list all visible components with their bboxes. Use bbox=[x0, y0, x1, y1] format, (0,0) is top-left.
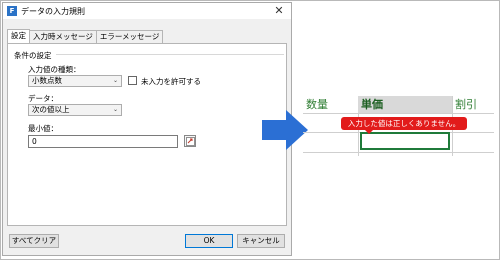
tab-error-message[interactable]: エラーメッセージ bbox=[95, 30, 164, 43]
group-label: 条件の設定 bbox=[14, 51, 52, 60]
min-value-input[interactable]: 0 bbox=[28, 135, 178, 148]
column-header-quantity[interactable]: 数量 bbox=[303, 96, 358, 113]
tab-input-message[interactable]: 入力時メッセージ bbox=[29, 30, 97, 43]
type-select-value: 小数点数 bbox=[32, 76, 62, 85]
title-bar: F データの入力規則 ✕ bbox=[3, 3, 291, 19]
tab-strip: 設定 入力時メッセージ エラーメッセージ bbox=[7, 29, 164, 43]
tab-settings[interactable]: 設定 bbox=[7, 29, 30, 43]
settings-panel: 条件の設定 入力値の種類： 小数点数 ⌄ 未入力を許可する データ： 次の値以上… bbox=[7, 43, 287, 226]
type-label: 入力値の種類： bbox=[28, 65, 81, 74]
column-header-price[interactable]: 単価 bbox=[358, 96, 452, 113]
min-label: 最小値： bbox=[28, 124, 58, 133]
right-arrow-icon bbox=[262, 110, 308, 150]
clear-all-button[interactable]: すべてクリア bbox=[9, 234, 59, 248]
range-select-button[interactable] bbox=[184, 135, 196, 147]
row-gridline bbox=[303, 152, 494, 153]
data-label: データ： bbox=[28, 94, 58, 103]
row-gridline bbox=[303, 113, 494, 114]
ok-button[interactable]: OK bbox=[185, 234, 233, 248]
close-icon[interactable]: ✕ bbox=[272, 4, 286, 18]
cancel-button[interactable]: キャンセル bbox=[237, 234, 285, 248]
data-select-value: 次の値以上 bbox=[32, 105, 70, 114]
range-select-icon bbox=[186, 137, 195, 146]
dialog-title: データの入力規則 bbox=[21, 7, 85, 16]
tooltip-tail bbox=[365, 130, 373, 134]
group-divider bbox=[56, 54, 284, 55]
spreadsheet-area: 数量 単価 割引 入力した値は正しくありません。 bbox=[303, 96, 494, 156]
allow-blank-checkbox[interactable] bbox=[128, 76, 137, 85]
allow-blank-label: 未入力を許可する bbox=[141, 77, 201, 86]
chevron-down-icon: ⌄ bbox=[112, 106, 118, 113]
chevron-down-icon: ⌄ bbox=[112, 77, 118, 84]
type-select[interactable]: 小数点数 ⌄ bbox=[28, 75, 122, 87]
column-header-discount[interactable]: 割引 bbox=[452, 96, 494, 113]
data-select[interactable]: 次の値以上 ⌄ bbox=[28, 104, 122, 116]
app-logo-icon: F bbox=[7, 6, 17, 16]
error-tooltip: 入力した値は正しくありません。 bbox=[341, 117, 467, 130]
data-validation-dialog: F データの入力規則 ✕ 設定 入力時メッセージ エラーメッセージ 条件の設定 … bbox=[2, 2, 292, 256]
selected-price-cell[interactable] bbox=[360, 132, 450, 150]
